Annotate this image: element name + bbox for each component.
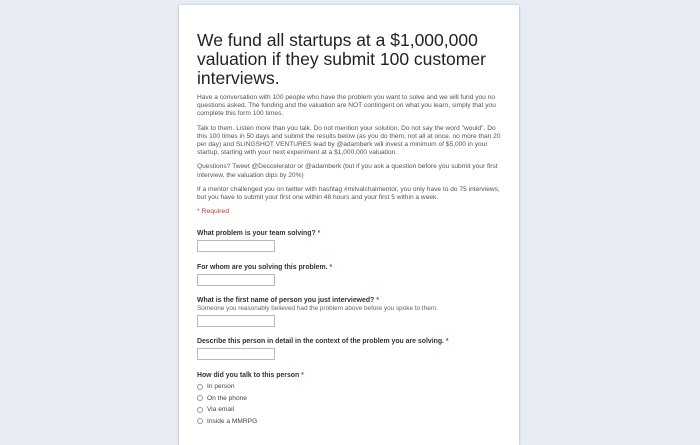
question-label: What problem is your team solving? xyxy=(197,230,316,237)
form-header: We fund all startups at a $1,000,000 val… xyxy=(197,30,505,216)
form-card: We fund all startups at a $1,000,000 val… xyxy=(179,5,519,445)
question-first-name: What is the first name of person you jus… xyxy=(197,297,438,327)
form-description-2: Talk to them. Listen more than you talk.… xyxy=(197,124,501,157)
radio-button[interactable] xyxy=(197,395,203,402)
question-whom: For whom are you solving this problem. * xyxy=(197,264,332,286)
question-label: Describe this person in detail in the co… xyxy=(197,338,444,345)
question-describe: Describe this person in detail in the co… xyxy=(197,338,449,360)
option-on-the-phone[interactable]: On the phone xyxy=(197,393,304,405)
radio-button[interactable] xyxy=(197,383,203,390)
describe-input[interactable] xyxy=(197,348,275,360)
question-label: How did you talk to this person xyxy=(197,372,300,379)
required-star: * xyxy=(376,297,379,304)
question-how-talked: How did you talk to this person * In per… xyxy=(197,372,304,427)
required-note: * Required xyxy=(197,208,230,216)
question-label: What is the first name of person you jus… xyxy=(197,297,375,304)
option-label: On the phone xyxy=(207,394,247,402)
radio-button[interactable] xyxy=(197,406,203,413)
option-inside-mmrpg[interactable]: Inside a MMRPG xyxy=(197,416,304,428)
form-description-4: If a mentor challenged you on twitter wi… xyxy=(197,185,500,202)
required-star: * xyxy=(329,264,333,271)
required-star: * xyxy=(301,372,304,379)
question-help-text: Someone you reasonably believed had the … xyxy=(197,305,438,312)
option-label: Via email xyxy=(207,406,234,414)
whom-input[interactable] xyxy=(197,274,275,286)
option-in-person[interactable]: In person xyxy=(197,381,304,393)
question-problem: What problem is your team solving? * xyxy=(197,230,320,252)
form-description-3: Questions? Tweet @Deccelerator or @adamb… xyxy=(197,163,498,179)
option-label: Inside a MMRPG xyxy=(207,417,258,425)
option-label: In person xyxy=(207,383,235,391)
question-label: For whom are you solving this problem. xyxy=(197,264,328,271)
required-star: * xyxy=(317,230,321,237)
radio-button[interactable] xyxy=(197,418,203,425)
problem-input[interactable] xyxy=(197,240,275,252)
required-star: * xyxy=(445,338,449,345)
option-via-email[interactable]: Via email xyxy=(197,404,304,416)
form-description-1: Have a conversation with 100 people who … xyxy=(197,94,496,118)
first-name-input[interactable] xyxy=(197,315,275,327)
form-title: We fund all startups at a $1,000,000 val… xyxy=(197,30,486,88)
